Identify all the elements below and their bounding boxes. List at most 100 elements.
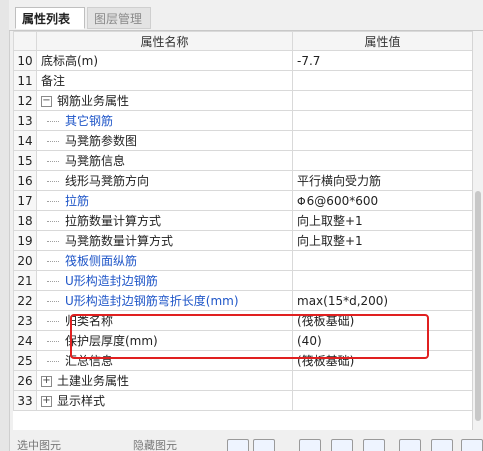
property-value[interactable]: max(15*d,200): [292, 290, 472, 311]
vertical-scrollbar[interactable]: [472, 31, 483, 430]
property-name-cell[interactable]: 拉筋数量计算方式: [36, 210, 293, 231]
property-name-cell[interactable]: 归类名称: [36, 310, 293, 331]
property-name: 拉筋: [65, 194, 90, 208]
header-num: [13, 31, 37, 51]
tree-guide: [47, 261, 59, 262]
table-row[interactable]: 22 U形构造封边钢筋弯折长度(mm) max(15*d,200): [13, 290, 472, 311]
table-row[interactable]: 12 − 钢筋业务属性: [13, 90, 472, 111]
expand-icon[interactable]: +: [41, 376, 52, 387]
table-row[interactable]: 25 汇总信息 (筏板基础): [13, 350, 472, 371]
property-name[interactable]: 底标高(m): [36, 50, 293, 71]
property-name-cell[interactable]: 其它钢筋: [36, 110, 293, 131]
table-row[interactable]: 19 马凳筋数量计算方式 向上取整+1: [13, 230, 472, 251]
property-group[interactable]: + 显示样式: [36, 390, 293, 411]
table-row[interactable]: 15 马凳筋信息: [13, 150, 472, 171]
property-value[interactable]: [292, 130, 472, 151]
property-name-cell[interactable]: U形构造封边钢筋: [36, 270, 293, 291]
toolbar-icon[interactable]: [299, 439, 321, 451]
table-row[interactable]: 23 归类名称 (筏板基础): [13, 310, 472, 331]
property-value[interactable]: [292, 270, 472, 291]
toolbar-icon[interactable]: [461, 439, 483, 451]
table-row[interactable]: 20 筏板侧面纵筋: [13, 250, 472, 271]
row-number: 17: [13, 190, 37, 211]
property-value[interactable]: (筏板基础): [292, 310, 472, 331]
property-name-cell[interactable]: 保护层厚度(mm): [36, 330, 293, 351]
property-value[interactable]: 向上取整+1: [292, 230, 472, 251]
property-name-cell[interactable]: 线形马凳筋方向: [36, 170, 293, 191]
property-name-cell[interactable]: 马凳筋信息: [36, 150, 293, 171]
tab-bar: 属性列表 图层管理: [9, 0, 483, 31]
table-row[interactable]: 10 底标高(m) -7.7: [13, 50, 472, 71]
expand-icon[interactable]: +: [41, 396, 52, 407]
select-tool-icon[interactable]: [227, 439, 249, 451]
property-name-cell[interactable]: 马凳筋参数图: [36, 130, 293, 151]
property-value[interactable]: [292, 70, 472, 91]
property-value[interactable]: [292, 90, 472, 111]
property-value[interactable]: [292, 250, 472, 271]
box-select-icon[interactable]: [253, 439, 275, 451]
property-name[interactable]: 备注: [36, 70, 293, 91]
tree-guide: [47, 341, 59, 342]
collapse-icon[interactable]: −: [41, 96, 52, 107]
property-name: 汇总信息: [65, 354, 114, 368]
header-name: 属性名称: [36, 31, 293, 51]
row-number: 23: [13, 310, 37, 331]
property-name: 其它钢筋: [65, 114, 114, 128]
property-value[interactable]: (筏板基础): [292, 350, 472, 371]
property-value[interactable]: -7.7: [292, 50, 472, 71]
table-row[interactable]: 33 + 显示样式: [13, 390, 472, 411]
table-row[interactable]: 14 马凳筋参数图: [13, 130, 472, 151]
rebar-grade-symbol: Φ: [297, 194, 306, 208]
property-table: 属性名称 属性值 10 底标高(m) -7.7 11 备注 12 − 钢筋业务属性…: [13, 31, 472, 411]
property-value-cell[interactable]: Φ6@600*600: [292, 190, 472, 211]
property-name: 马凳筋信息: [65, 154, 126, 168]
tab-property-list[interactable]: 属性列表: [15, 7, 85, 29]
toolbar-icon[interactable]: [399, 439, 421, 451]
tree-guide: [47, 281, 59, 282]
property-name: 显示样式: [57, 394, 106, 408]
property-group[interactable]: − 钢筋业务属性: [36, 90, 293, 111]
table-row[interactable]: 18 拉筋数量计算方式 向上取整+1: [13, 210, 472, 231]
table-row[interactable]: 24 保护层厚度(mm) (40): [13, 330, 472, 351]
table-row[interactable]: 26 + 土建业务属性: [13, 370, 472, 391]
selected-elements-label: 选中图元: [17, 439, 61, 451]
property-name-cell[interactable]: 马凳筋数量计算方式: [36, 230, 293, 251]
table-row[interactable]: 17 拉筋 Φ6@600*600: [13, 190, 472, 211]
row-number: 20: [13, 250, 37, 271]
property-value[interactable]: [292, 390, 472, 411]
property-value[interactable]: 平行横向受力筋: [292, 170, 472, 191]
property-value[interactable]: 向上取整+1: [292, 210, 472, 231]
header-value: 属性值: [292, 31, 472, 51]
table-row[interactable]: 21 U形构造封边钢筋: [13, 270, 472, 291]
property-name: 土建业务属性: [57, 374, 130, 388]
table-row[interactable]: 11 备注: [13, 70, 472, 91]
property-value: 6@600*600: [306, 193, 379, 208]
toolbar-icon[interactable]: [431, 439, 453, 451]
row-number: 11: [13, 70, 37, 91]
property-name: 线形马凳筋方向: [65, 174, 150, 188]
property-name-cell[interactable]: U形构造封边钢筋弯折长度(mm): [36, 290, 293, 311]
property-name-cell[interactable]: 拉筋: [36, 190, 293, 211]
property-value[interactable]: [292, 150, 472, 171]
row-number: 25: [13, 350, 37, 371]
table-row[interactable]: 13 其它钢筋: [13, 110, 472, 131]
property-value[interactable]: [292, 370, 472, 391]
property-name-cell[interactable]: 汇总信息: [36, 350, 293, 371]
property-name: 筏板侧面纵筋: [65, 254, 138, 268]
property-name: 马凳筋参数图: [65, 134, 138, 148]
toolbar-icon[interactable]: [331, 439, 353, 451]
property-group[interactable]: + 土建业务属性: [36, 370, 293, 391]
property-name-cell[interactable]: 筏板侧面纵筋: [36, 250, 293, 271]
tree-guide: [47, 161, 59, 162]
scrollbar-thumb[interactable]: [475, 191, 481, 421]
toolbar-icon[interactable]: [363, 439, 385, 451]
table-row[interactable]: 16 线形马凳筋方向 平行横向受力筋: [13, 170, 472, 191]
property-value[interactable]: (40): [292, 330, 472, 351]
row-number: 26: [13, 370, 37, 391]
tree-guide: [47, 121, 59, 122]
hidden-elements-label: 隐藏图元: [133, 439, 177, 451]
property-value[interactable]: [292, 110, 472, 131]
property-name: U形构造封边钢筋弯折长度(mm): [65, 294, 239, 308]
left-panel-edge: [0, 0, 10, 451]
tab-layer-management[interactable]: 图层管理: [87, 7, 151, 29]
